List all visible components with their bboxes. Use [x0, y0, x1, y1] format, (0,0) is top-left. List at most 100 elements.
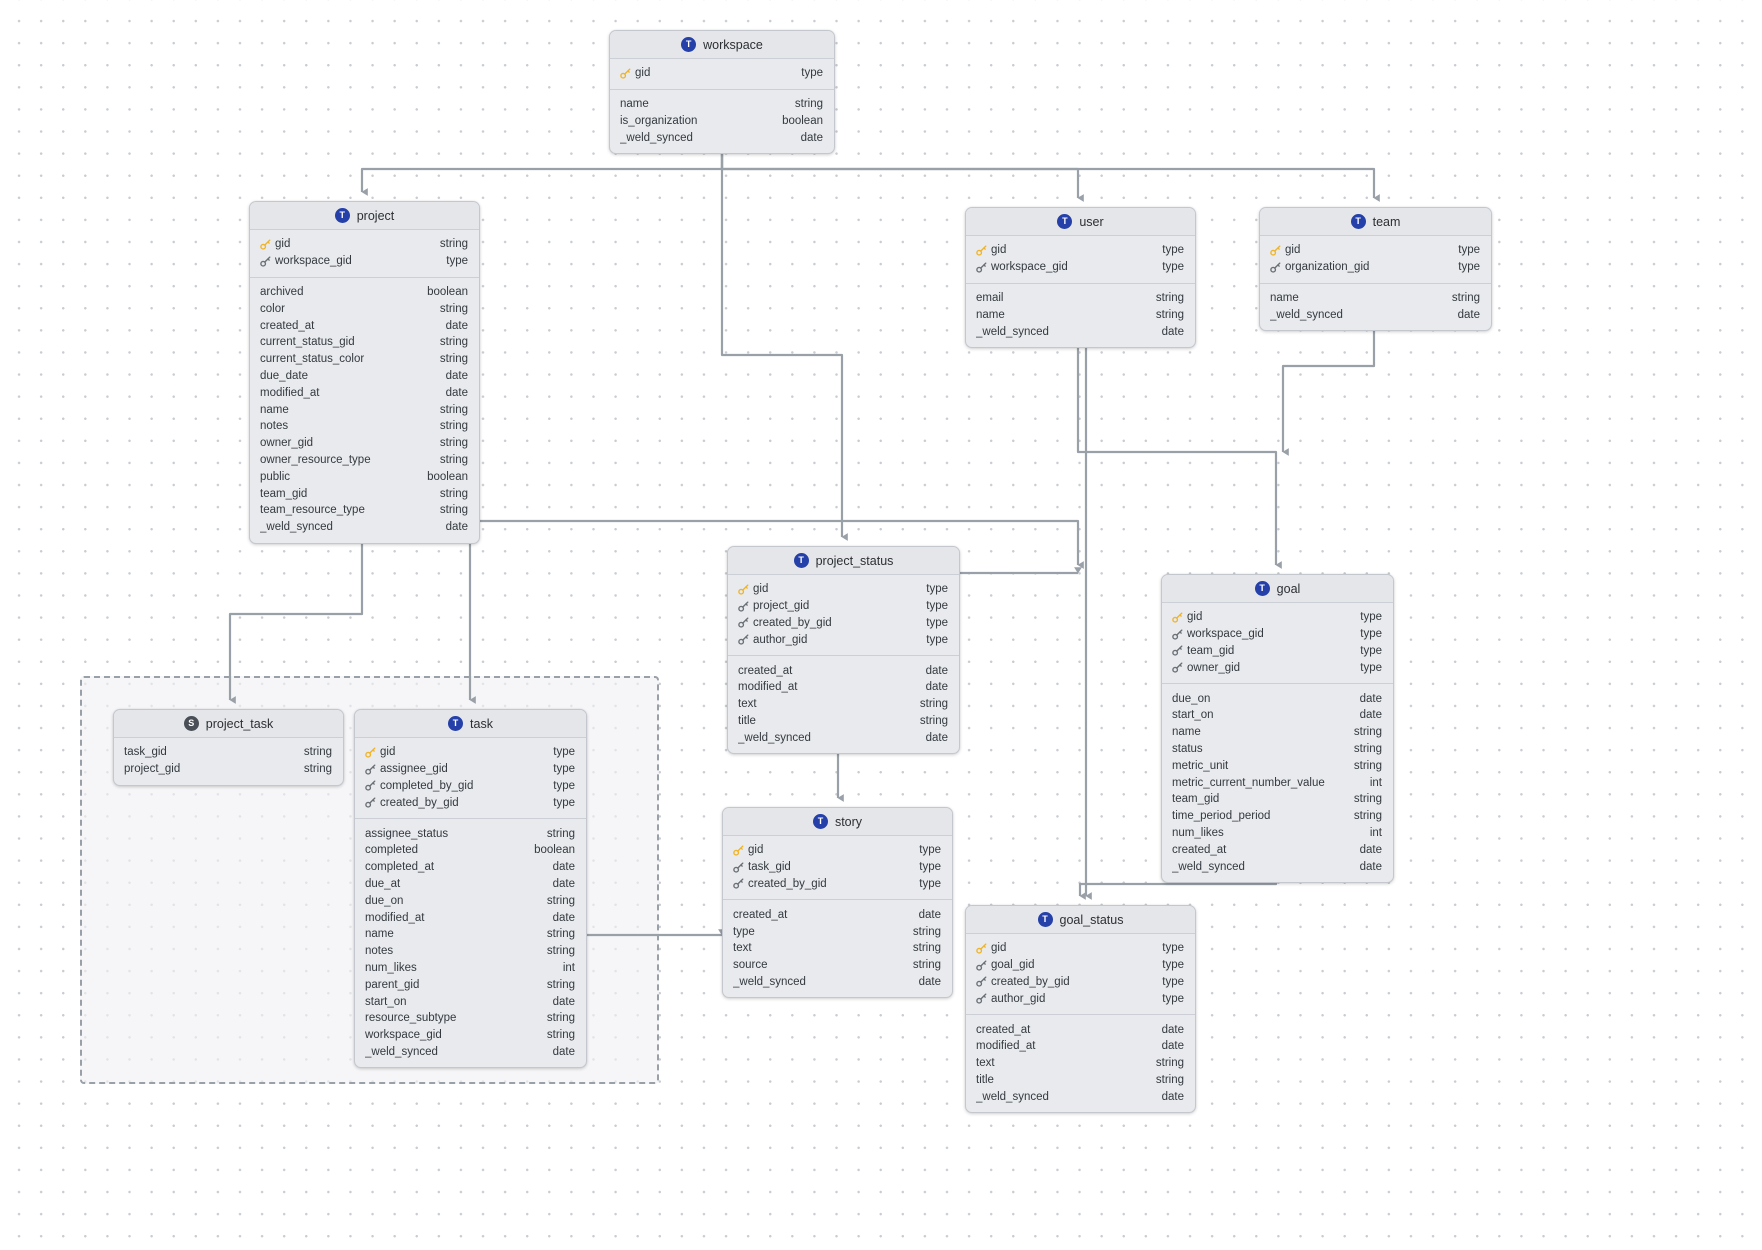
field-row[interactable]: created_at date [250, 317, 479, 334]
field-row[interactable]: completed_by_gid type [355, 778, 586, 795]
field-row[interactable]: workspace_gid type [966, 259, 1195, 276]
field-row[interactable]: team_gid type [1162, 643, 1393, 660]
field-row[interactable]: created_at date [723, 906, 952, 923]
field-row[interactable]: due_on date [1162, 690, 1393, 707]
field-row[interactable]: gid type [723, 842, 952, 859]
field-row[interactable]: title string [728, 713, 959, 730]
field-row[interactable]: modified_at date [728, 679, 959, 696]
field-row[interactable]: owner_gid type [1162, 659, 1393, 676]
field-row[interactable]: _weld_synced date [1162, 858, 1393, 875]
field-row[interactable]: name string [610, 96, 834, 113]
field-row[interactable]: due_on string [355, 892, 586, 909]
field-row[interactable]: name string [966, 306, 1195, 323]
field-row[interactable]: text string [966, 1055, 1195, 1072]
table-user[interactable]: Tuser gid type workspace_gid type email string… [965, 207, 1196, 348]
field-row[interactable]: is_organization boolean [610, 113, 834, 130]
field-row[interactable]: current_status_gid string [250, 334, 479, 351]
field-row[interactable]: _weld_synced date [355, 1044, 586, 1061]
field-row[interactable]: email string [966, 290, 1195, 307]
field-row[interactable]: status string [1162, 741, 1393, 758]
field-row[interactable]: type string [723, 923, 952, 940]
field-row[interactable]: gid type [1162, 609, 1393, 626]
field-row[interactable]: organization_gid type [1260, 259, 1491, 276]
field-row[interactable]: _weld_synced date [966, 1088, 1195, 1105]
field-row[interactable]: due_date date [250, 368, 479, 385]
field-row[interactable]: workspace_gid string [355, 1027, 586, 1044]
field-row[interactable]: team_gid string [1162, 791, 1393, 808]
field-row[interactable]: created_by_gid type [728, 615, 959, 632]
field-row[interactable]: public boolean [250, 468, 479, 485]
field-row[interactable]: start_on date [1162, 707, 1393, 724]
table-workspace[interactable]: Tworkspace gid type name string is_organizati… [609, 30, 835, 155]
field-row[interactable]: name string [355, 926, 586, 943]
field-row[interactable]: completed boolean [355, 842, 586, 859]
field-row[interactable]: project_gid type [728, 598, 959, 615]
table-goal[interactable]: Tgoal gid type workspace_gid type team_gid typ… [1161, 574, 1394, 883]
field-row[interactable]: metric_current_number_value int [1162, 774, 1393, 791]
table-project_task[interactable]: Sproject_task task_gid string project_gid st… [113, 709, 344, 786]
table-project[interactable]: Tproject gid string workspace_gid type archiv… [249, 201, 480, 544]
field-row[interactable]: metric_unit string [1162, 757, 1393, 774]
field-row[interactable]: archived boolean [250, 284, 479, 301]
table-header-project_status[interactable]: Tproject_status [728, 547, 959, 575]
field-row[interactable]: owner_gid string [250, 435, 479, 452]
field-row[interactable]: created_by_gid type [966, 974, 1195, 991]
field-row[interactable]: _weld_synced date [723, 974, 952, 991]
table-goal_status[interactable]: Tgoal_statusgid type goal_gid type created_b… [965, 905, 1196, 1114]
field-row[interactable]: _weld_synced date [1260, 306, 1491, 323]
field-row[interactable]: created_by_gid type [355, 794, 586, 811]
field-row[interactable]: _weld_synced date [966, 323, 1195, 340]
field-row[interactable]: gid type [966, 242, 1195, 259]
field-row[interactable]: gid type [355, 744, 586, 761]
field-row[interactable]: created_by_gid type [723, 876, 952, 893]
field-row[interactable]: workspace_gid type [250, 253, 479, 270]
field-row[interactable]: _weld_synced date [610, 129, 834, 146]
table-project_status[interactable]: Tproject_status gid type project_gid type cre… [727, 546, 960, 755]
field-row[interactable]: modified_at date [250, 384, 479, 401]
table-header-project[interactable]: Tproject [250, 202, 479, 230]
field-row[interactable]: team_resource_type string [250, 502, 479, 519]
field-row[interactable]: completed_at date [355, 859, 586, 876]
table-header-goal_status[interactable]: Tgoal_status [966, 906, 1195, 934]
field-row[interactable]: goal_gid type [966, 957, 1195, 974]
field-row[interactable]: notes string [355, 943, 586, 960]
field-row[interactable]: name string [250, 401, 479, 418]
field-row[interactable]: author_gid type [966, 990, 1195, 1007]
field-row[interactable]: created_at date [728, 662, 959, 679]
field-row[interactable]: text string [723, 940, 952, 957]
field-row[interactable]: _weld_synced date [250, 519, 479, 536]
field-row[interactable]: owner_resource_type string [250, 452, 479, 469]
field-row[interactable]: due_at date [355, 876, 586, 893]
field-row[interactable]: gid type [966, 940, 1195, 957]
field-row[interactable]: team_gid string [250, 485, 479, 502]
field-row[interactable]: start_on date [355, 993, 586, 1010]
field-row[interactable]: workspace_gid type [1162, 626, 1393, 643]
field-row[interactable]: color string [250, 300, 479, 317]
field-row[interactable]: source string [723, 957, 952, 974]
field-row[interactable]: modified_at date [355, 909, 586, 926]
field-row[interactable]: author_gid type [728, 631, 959, 648]
field-row[interactable]: resource_subtype string [355, 1010, 586, 1027]
field-row[interactable]: task_gid type [723, 859, 952, 876]
table-header-user[interactable]: Tuser [966, 208, 1195, 236]
table-header-story[interactable]: Tstory [723, 808, 952, 836]
field-row[interactable]: name string [1260, 290, 1491, 307]
field-row[interactable]: num_likes int [355, 960, 586, 977]
field-row[interactable]: created_at date [966, 1021, 1195, 1038]
field-row[interactable]: project_gid string [114, 761, 343, 778]
field-row[interactable]: gid type [728, 581, 959, 598]
field-row[interactable]: parent_gid string [355, 976, 586, 993]
table-header-goal[interactable]: Tgoal [1162, 575, 1393, 603]
field-row[interactable]: modified_at date [966, 1038, 1195, 1055]
field-row[interactable]: gid type [1260, 242, 1491, 259]
field-row[interactable]: created_at date [1162, 841, 1393, 858]
table-header-workspace[interactable]: Tworkspace [610, 31, 834, 59]
field-row[interactable]: task_gid string [114, 744, 343, 761]
table-task[interactable]: Ttask gid type assignee_gid type completed_by… [354, 709, 587, 1069]
field-row[interactable]: gid string [250, 236, 479, 253]
field-row[interactable]: current_status_color string [250, 351, 479, 368]
table-story[interactable]: Tstory gid type task_gid type created_by_gid t… [722, 807, 953, 999]
field-row[interactable]: title string [966, 1072, 1195, 1089]
field-row[interactable]: time_period_period string [1162, 808, 1393, 825]
table-team[interactable]: Tteam gid type organization_gid type name stri… [1259, 207, 1492, 332]
